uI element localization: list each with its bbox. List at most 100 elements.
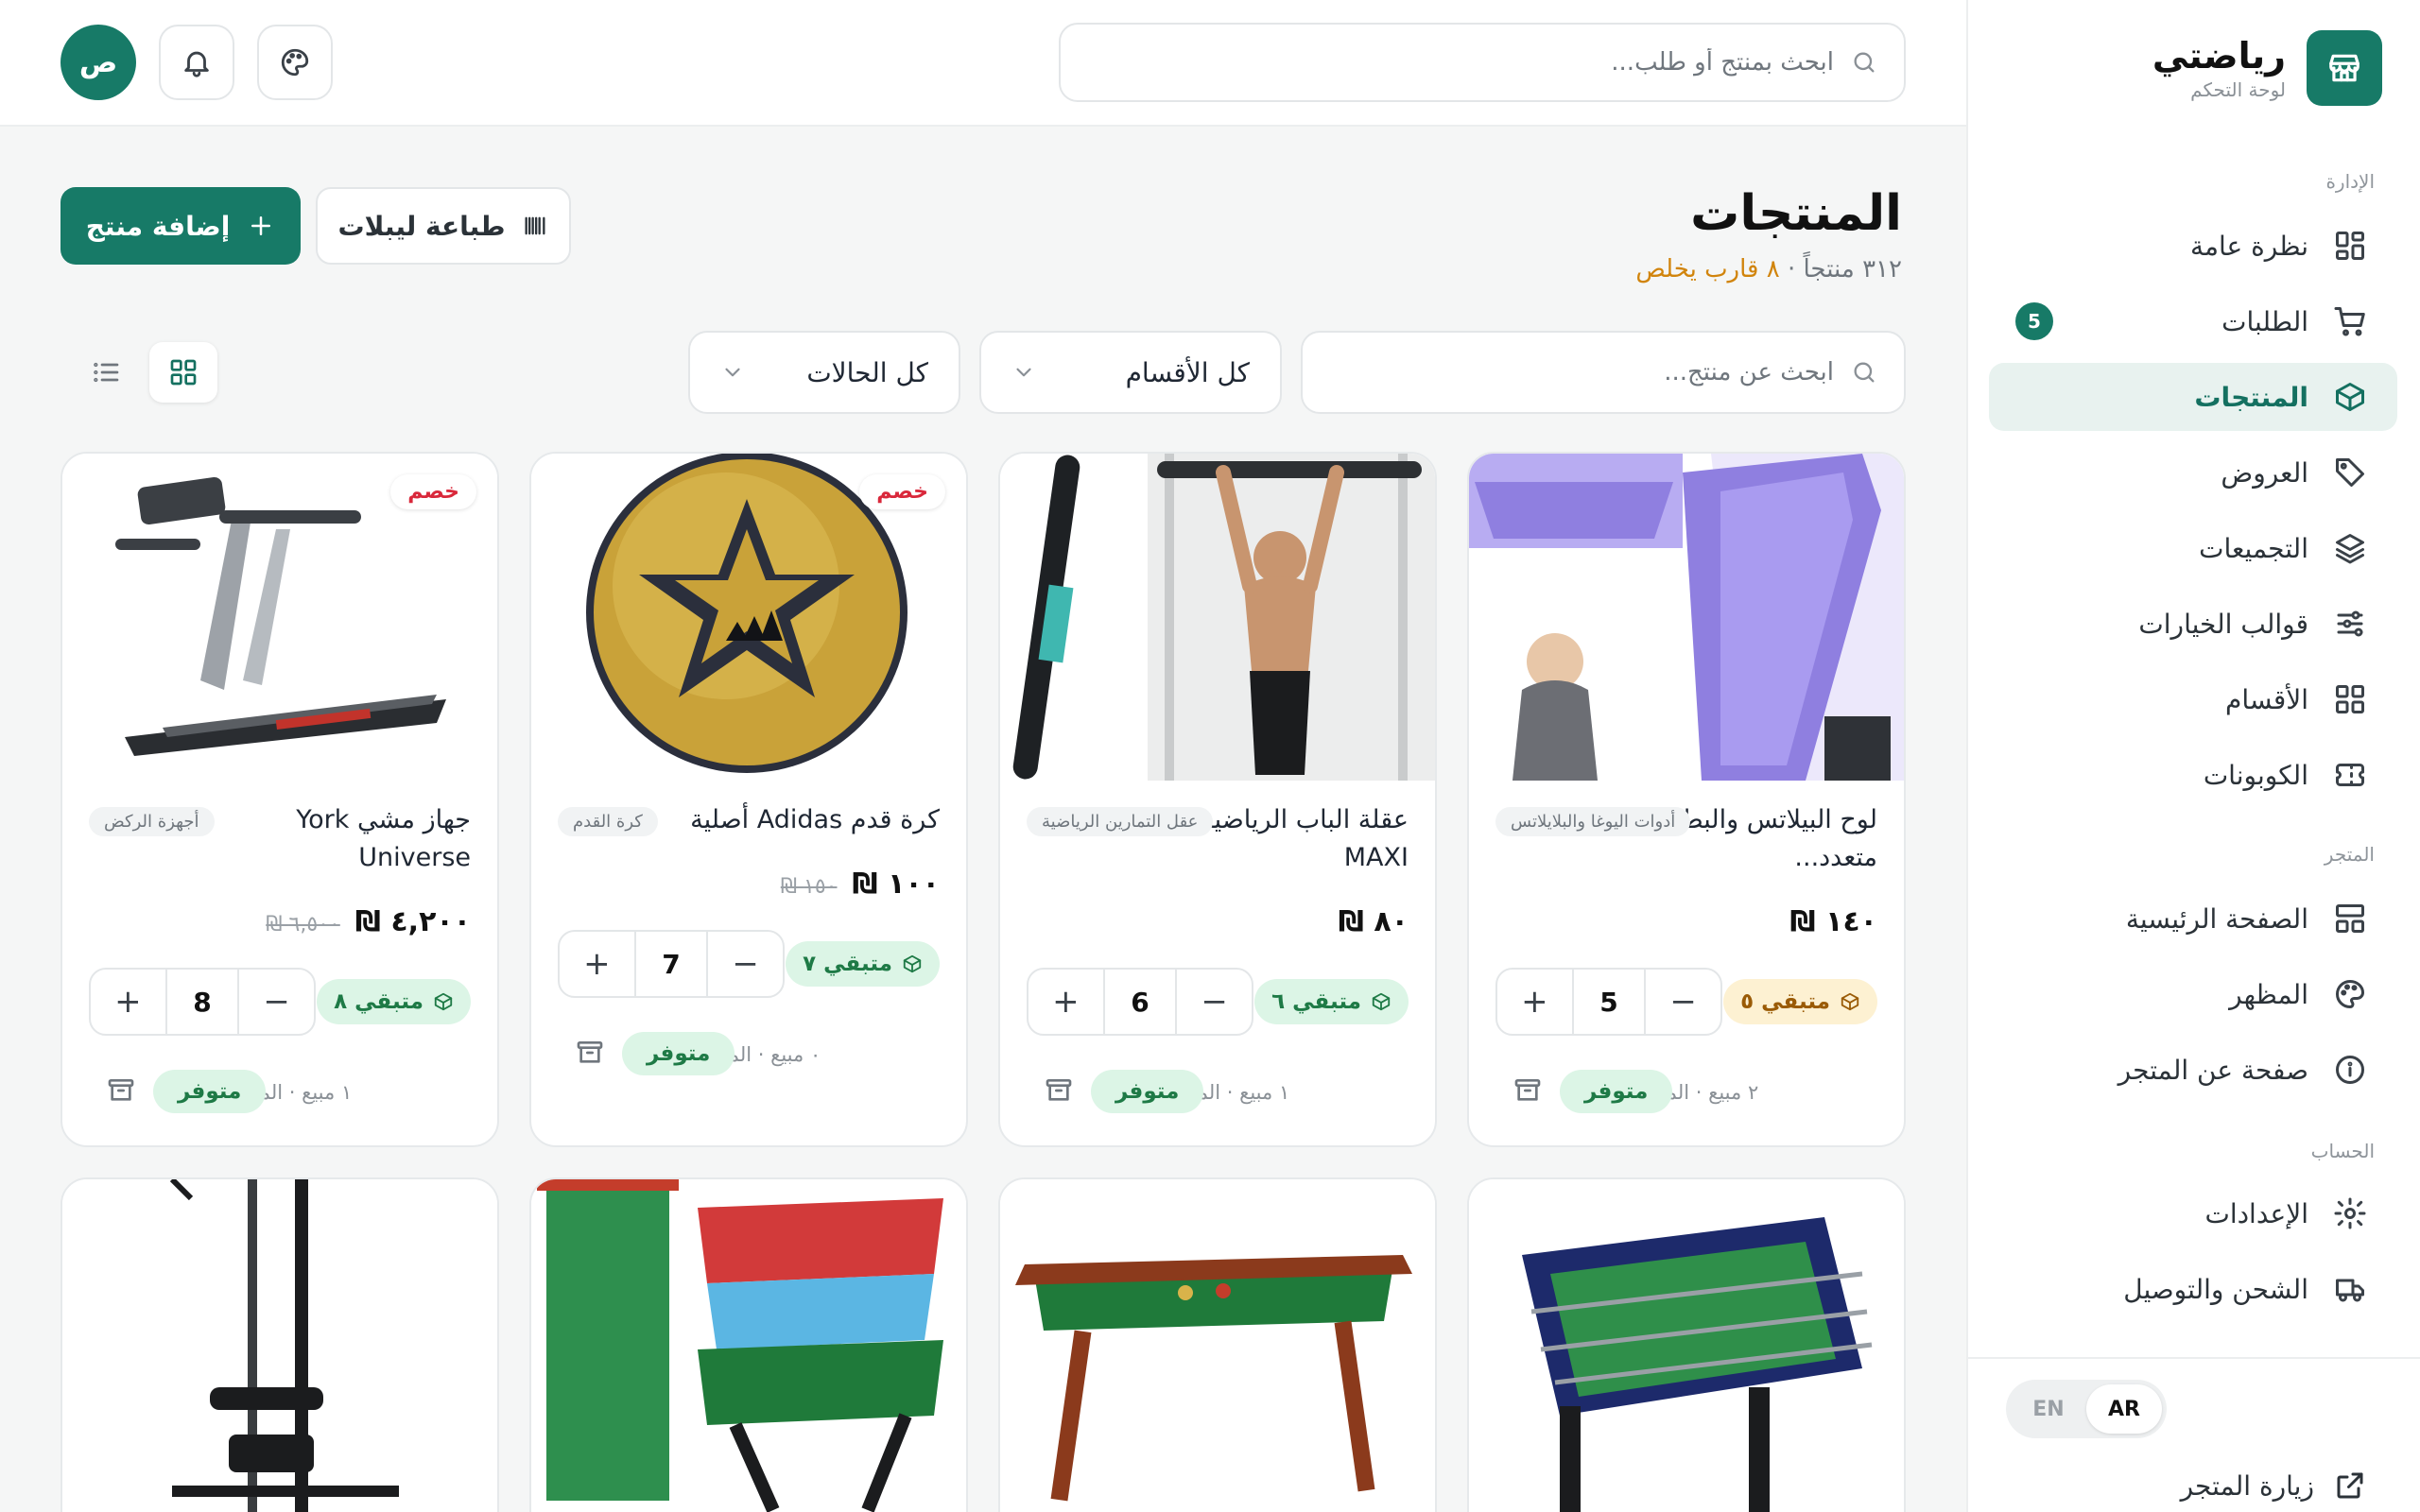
increase-button[interactable]: +	[1497, 970, 1572, 1034]
status-filter-value: كل الحالات	[806, 356, 928, 388]
decrease-button[interactable]: −	[1646, 970, 1720, 1034]
avatar[interactable]: ص	[60, 25, 136, 100]
category-filter-select[interactable]: كل الأقسام	[979, 331, 1282, 414]
grid-view-button[interactable]	[149, 342, 217, 403]
decrease-button[interactable]: −	[708, 932, 783, 996]
chevron-down-icon	[1016, 368, 1031, 377]
sidebar-item-label: المظهر	[2229, 978, 2308, 1010]
product-card[interactable]: لوح البيلاتس والبطن متعدد... أدوات اليوغ…	[1467, 452, 1906, 1147]
list-view-button[interactable]	[72, 342, 140, 403]
product-card[interactable]	[60, 1177, 499, 1512]
stock-label: متبقي ٦	[1271, 989, 1361, 1014]
layers-icon	[2336, 534, 2364, 564]
global-search[interactable]	[1059, 23, 1906, 102]
quantity-value[interactable]: 7	[633, 932, 709, 996]
product-image	[1469, 1179, 1904, 1512]
product-image	[62, 1179, 497, 1512]
sidebar-item-categories[interactable]: الأقسام	[1989, 665, 2397, 733]
box-icon	[2336, 383, 2364, 411]
product-card[interactable]: خصم كرة قدم Adidas أصلية كرة القدم ١٠٠ ₪…	[529, 452, 968, 1147]
global-search-input[interactable]	[1087, 48, 1834, 77]
stock-label: متبقي ٧	[803, 952, 892, 976]
decrease-button[interactable]: −	[239, 970, 314, 1034]
product-card[interactable]: خصم جهاز مشي York Universe أجهزة الركض ٤…	[60, 452, 499, 1147]
sidebar-item-about[interactable]: صفحة عن المتجر	[1989, 1036, 2397, 1104]
increase-button[interactable]: +	[560, 932, 634, 996]
product-category: أجهزة الركض	[89, 807, 215, 836]
increase-button[interactable]: +	[91, 970, 165, 1034]
price-current: ١٠٠ ₪	[852, 868, 940, 901]
archive-icon	[1046, 1079, 1072, 1101]
orders-count-badge: 5	[2015, 302, 2053, 340]
availability-badge[interactable]: متوفر	[1091, 1070, 1204, 1113]
print-labels-button[interactable]: طباعة ليبلات	[316, 187, 571, 265]
product-image: خصم	[531, 454, 966, 781]
theme-button[interactable]	[257, 25, 333, 100]
sidebar-item-settings[interactable]: الإعدادات	[1989, 1179, 2397, 1247]
page-title: المنتجات	[1690, 185, 1902, 242]
sidebar-item-bundles[interactable]: التجميعات	[1989, 514, 2397, 582]
status-filter-select[interactable]: كل الحالات	[688, 331, 960, 414]
product-category: كرة القدم	[558, 807, 658, 836]
product-search[interactable]	[1301, 331, 1906, 414]
sidebar-item-orders[interactable]: الطلبات 5	[1989, 287, 2397, 355]
quantity-stepper: + 6 −	[1027, 968, 1253, 1036]
sidebar-item-shipping[interactable]: الشحن والتوصيل	[1989, 1255, 2397, 1323]
product-price: ١٤٠ ₪	[1789, 905, 1877, 938]
sidebar-item-label: الطلبات	[2221, 305, 2308, 337]
quantity-value[interactable]: 6	[1102, 970, 1178, 1034]
search-icon	[1854, 362, 1875, 383]
dashboard-icon	[2336, 232, 2364, 260]
visit-store-link[interactable]: زيارة المتجر	[2181, 1469, 2367, 1503]
sidebar-item-coupons[interactable]: الكوبونات	[1989, 741, 2397, 809]
product-image	[531, 1179, 966, 1512]
sidebar-item-label: الكوبونات	[2203, 759, 2308, 791]
price-current: ٨٠ ₪	[1338, 905, 1409, 938]
increase-button[interactable]: +	[1028, 970, 1103, 1034]
quantity-value[interactable]: 5	[1571, 970, 1647, 1034]
archive-button[interactable]	[1507, 1070, 1548, 1111]
product-card[interactable]	[1467, 1177, 1906, 1512]
sidebar-item-overview[interactable]: نظرة عامة	[1989, 212, 2397, 280]
add-product-button[interactable]: إضافة منتج	[60, 187, 301, 265]
brand-name: رياضتي	[2152, 35, 2286, 77]
lang-en-button[interactable]: EN	[2011, 1384, 2086, 1434]
list-icon	[94, 362, 119, 383]
archive-button[interactable]	[1038, 1070, 1080, 1111]
gear-icon	[2334, 1197, 2366, 1229]
availability-badge[interactable]: متوفر	[153, 1070, 267, 1113]
language-toggle[interactable]: EN AR	[2006, 1380, 2167, 1438]
sidebar-item-option-templates[interactable]: قوالب الخيارات	[1989, 590, 2397, 658]
product-image	[1000, 1179, 1435, 1512]
product-card[interactable]: عقلة الباب الرياضية MAXI عقل التمارين ال…	[998, 452, 1437, 1147]
search-icon	[1854, 52, 1875, 73]
product-name[interactable]: كرة قدم Adidas أصلية	[675, 801, 940, 839]
notifications-button[interactable]	[159, 25, 234, 100]
decrease-button[interactable]: −	[1177, 970, 1252, 1034]
product-name[interactable]: جهاز مشي York Universe	[206, 801, 471, 877]
visit-store-label: زيارة المتجر	[2180, 1469, 2314, 1502]
sidebar-item-homepage[interactable]: الصفحة الرئيسية	[1989, 885, 2397, 953]
availability-badge[interactable]: متوفر	[622, 1032, 735, 1075]
low-stock-warning[interactable]: ٨ قارب يخلص	[1635, 255, 1779, 284]
sidebar-item-products[interactable]: المنتجات	[1989, 363, 2397, 431]
product-card[interactable]	[529, 1177, 968, 1512]
availability-badge[interactable]: متوفر	[1560, 1070, 1673, 1113]
sidebar-item-label: قوالب الخيارات	[2138, 608, 2308, 640]
lang-ar-button[interactable]: AR	[2086, 1384, 2162, 1434]
sidebar-item-offers[interactable]: العروض	[1989, 438, 2397, 507]
archive-button[interactable]	[100, 1070, 142, 1111]
section-label-admin: الإدارة	[2325, 170, 2375, 193]
sidebar: رياضتي لوحة التحكم الإدارة نظرة عامة الط…	[1966, 0, 2420, 1512]
product-card[interactable]	[998, 1177, 1437, 1512]
sidebar-item-label: نظرة عامة	[2189, 230, 2308, 262]
product-image: خصم	[62, 454, 497, 781]
product-price: ٤,٢٠٠ ₪ ٦,٥٠٠ ₪	[266, 905, 471, 938]
archive-button[interactable]	[569, 1032, 611, 1074]
sidebar-item-label: صفحة عن المتجر	[2118, 1054, 2308, 1086]
archive-icon	[108, 1079, 134, 1101]
product-search-input[interactable]	[1329, 358, 1834, 387]
stock-badge: متبقي ٨	[317, 979, 471, 1024]
sidebar-item-appearance[interactable]: المظهر	[1989, 960, 2397, 1028]
quantity-value[interactable]: 8	[164, 970, 240, 1034]
